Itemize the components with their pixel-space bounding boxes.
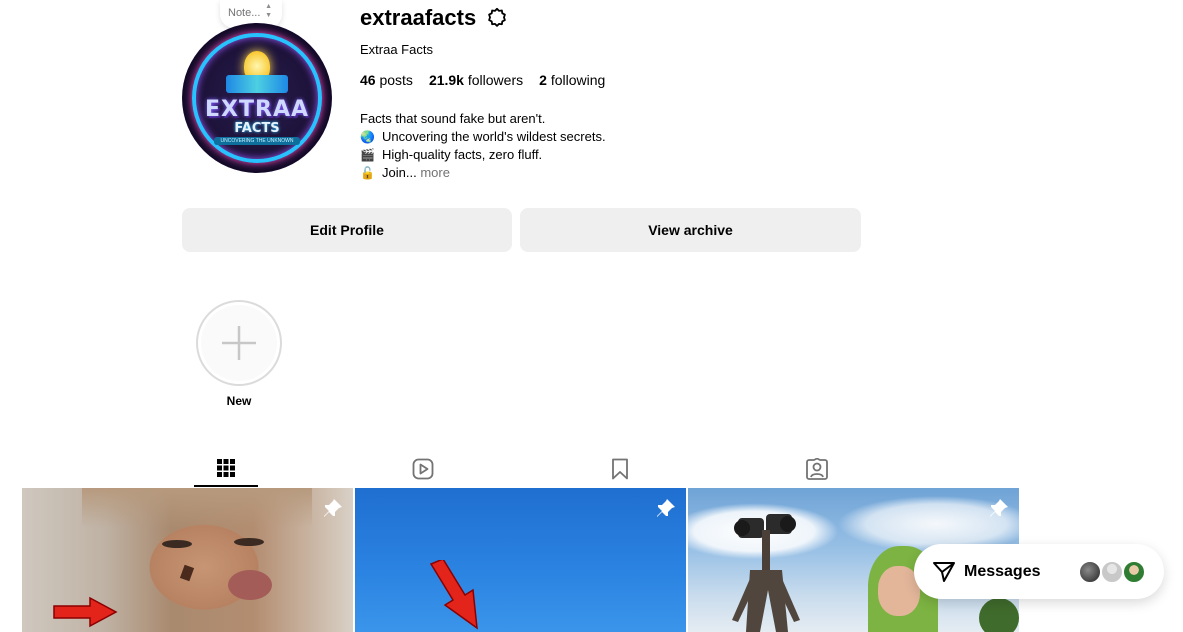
username-row: extraafacts	[360, 5, 508, 31]
pin-icon	[324, 499, 342, 517]
followers-count: 21.9k	[428, 72, 464, 88]
messages-label: Messages	[964, 562, 1041, 580]
bio-line: 🔓 Join... more	[360, 164, 606, 182]
followers-label: followers	[467, 72, 524, 88]
bio-more-link[interactable]: more	[420, 165, 450, 180]
post-thumbnail[interactable]	[22, 488, 353, 632]
bio-line-text: High-quality facts, zero fluff.	[382, 147, 543, 162]
avatar-image: EXTRAA FACTS UNCOVERING THE UNKNOWN	[182, 23, 332, 173]
posts-count: 46	[360, 72, 376, 88]
bio-line-text: Join...	[382, 165, 417, 180]
bookmark-icon	[612, 458, 628, 479]
avatar-logo-tagline: UNCOVERING THE UNKNOWN	[214, 137, 300, 145]
unlock-icon: 🔓	[360, 166, 375, 180]
post-image-detail	[162, 540, 192, 548]
post-image-detail	[82, 488, 312, 528]
new-highlight[interactable]: New	[196, 300, 282, 408]
red-arrow-icon	[53, 596, 118, 628]
pin-icon	[657, 499, 675, 517]
following-count: 2	[539, 72, 547, 88]
following-stat[interactable]: 2 following	[539, 72, 605, 88]
following-label: following	[550, 72, 606, 88]
message-avatars	[1078, 560, 1146, 584]
post-image-detail	[234, 538, 264, 546]
posts-grid	[22, 488, 1020, 632]
edit-profile-button[interactable]: Edit Profile	[182, 208, 512, 252]
red-arrow-icon	[429, 560, 478, 630]
bio-line: 🎬 High-quality facts, zero fluff.	[360, 146, 606, 164]
avatar	[1100, 560, 1124, 584]
posts-label: posts	[379, 72, 413, 88]
avatar-logo-subtext: FACTS	[234, 121, 280, 136]
reels-icon	[412, 458, 434, 479]
avatar	[1122, 560, 1146, 584]
full-name: Extraa Facts	[360, 42, 433, 57]
profile-tabs	[194, 450, 854, 488]
followers-stat[interactable]: 21.9k followers	[429, 72, 523, 88]
plus-icon	[222, 326, 256, 360]
post-thumbnail[interactable]	[355, 488, 686, 632]
post-image-detail	[179, 564, 195, 582]
post-image-detail	[228, 570, 272, 600]
globe-icon: 🌏	[360, 130, 375, 144]
profile-stats: 46 posts 21.9k followers 2 following	[360, 72, 605, 88]
new-highlight-inner	[201, 305, 277, 381]
avatar-logo-text: EXTRAA	[205, 97, 309, 122]
avatar	[1078, 560, 1102, 584]
settings-gear-icon[interactable]	[486, 7, 508, 29]
tab-posts[interactable]	[194, 450, 258, 487]
siren-head-figure	[732, 514, 800, 632]
tab-saved[interactable]	[588, 450, 652, 487]
bio-line-text: Uncovering the world's wildest secrets.	[382, 129, 606, 144]
posts-stat: 46 posts	[360, 72, 413, 88]
username: extraafacts	[360, 5, 477, 30]
grid-icon	[217, 458, 235, 477]
bio: Facts that sound fake but aren't. 🌏 Uncov…	[360, 110, 606, 182]
tab-tagged[interactable]	[785, 450, 849, 487]
new-highlight-circle[interactable]	[196, 300, 282, 386]
note-scroll-arrows-icon: ▲ ▼	[265, 3, 272, 19]
bio-line: Facts that sound fake but aren't.	[360, 110, 606, 128]
clapperboard-icon: 🎬	[360, 148, 375, 162]
post-image-detail	[979, 598, 1019, 632]
send-icon	[933, 561, 955, 582]
tagged-person-icon	[806, 457, 828, 480]
bio-line-text: Facts that sound fake but aren't.	[360, 111, 546, 126]
profile-avatar[interactable]: EXTRAA FACTS UNCOVERING THE UNKNOWN	[182, 23, 332, 173]
pin-icon	[990, 499, 1008, 517]
view-archive-button[interactable]: View archive	[520, 208, 861, 252]
tab-reels[interactable]	[391, 450, 455, 487]
bio-line: 🌏 Uncovering the world's wildest secrets.	[360, 128, 606, 146]
messages-button[interactable]: Messages	[914, 544, 1164, 599]
new-highlight-label: New	[226, 394, 252, 408]
note-placeholder: Note...	[228, 7, 261, 19]
book-icon	[226, 75, 288, 93]
